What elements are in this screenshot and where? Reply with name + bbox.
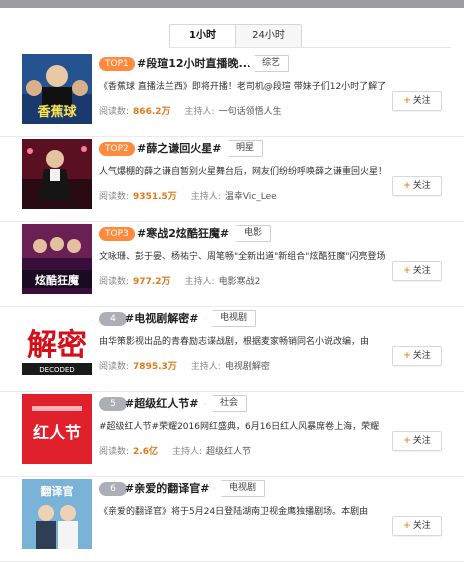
rank-badge: 5	[99, 397, 127, 411]
plus-icon: +	[403, 351, 411, 361]
top-banner-strip	[0, 0, 464, 8]
list-item: 红人节 5 #超级红人节# 社会 #超级红人节#荣耀2016网红盛典，6月16日…	[0, 392, 464, 477]
thumb-title-text: 翻译官	[41, 484, 74, 498]
read-count: 9351.5万	[133, 192, 177, 202]
topic-description: 由华策影视出品的青春励志谍战剧，根据麦家畅销同名小说改编，由	[99, 337, 370, 347]
host-label: 主持人:	[184, 107, 215, 117]
follow-button[interactable]: + 关注	[392, 91, 442, 111]
rank-badge: 4	[99, 312, 127, 326]
follow-button[interactable]: + 关注	[392, 346, 442, 366]
read-count-label: 阅读数:	[99, 192, 130, 202]
plus-icon: +	[403, 266, 411, 276]
host-name[interactable]: 超级红人节	[206, 447, 251, 457]
category-tag[interactable]: 电视剧	[214, 480, 266, 497]
topic-description: 《香蕉球 直播法兰西》即将开播！老司机@段瑄 带妹子们12小时了解了	[99, 82, 387, 92]
topic-description: 文咏珊、彭于晏、杨祐宁、周笔畅"全新出道"新组合"炫酷狂魔"闪亮登场	[99, 252, 386, 262]
topic-title[interactable]: #超级红人节#	[125, 395, 198, 411]
read-count: 977.2万	[133, 277, 171, 287]
topic-title[interactable]: #电视剧解密#	[125, 310, 198, 326]
host-label: 主持人:	[184, 277, 215, 287]
topic-thumbnail[interactable]	[22, 139, 92, 209]
category-tag[interactable]: 电影	[229, 225, 272, 242]
topic-thumbnail[interactable]: 红人节	[22, 394, 92, 464]
list-item: 香蕉球 TOP1 #段瑄12小时直播晚... 综艺 《香蕉球 直播法兰西》即将开…	[0, 52, 464, 137]
topic-thumbnail[interactable]: 翻译官	[22, 479, 92, 549]
host-label: 主持人:	[190, 362, 221, 372]
topic-meta: 阅读数: 2.6亿 主持人: 超级红人节	[99, 444, 251, 457]
read-count-label: 阅读数:	[99, 277, 130, 287]
rank-badge: TOP3	[99, 227, 135, 241]
topic-thumbnail[interactable]: 香蕉球	[22, 54, 92, 124]
category-tag[interactable]: 明星	[221, 140, 264, 157]
tab-1-hour[interactable]: 1小时	[170, 25, 236, 47]
host-label: 主持人:	[190, 192, 221, 202]
topic-list: 香蕉球 TOP1 #段瑄12小时直播晚... 综艺 《香蕉球 直播法兰西》即将开…	[0, 52, 464, 562]
time-range-tabs: 1小时 24小时	[169, 24, 302, 48]
follow-button[interactable]: + 关注	[392, 431, 442, 451]
host-name[interactable]: 电影寒战2	[219, 277, 261, 287]
topic-title[interactable]: #段瑄12小时直播晚...	[137, 55, 251, 71]
list-item: 炫酷狂魔 TOP3 #寒战2炫酷狂魔# 电影 文咏珊、彭于晏、杨祐宁、周笔畅"全…	[0, 222, 464, 307]
host-name[interactable]: 温幸Vic_Lee	[225, 192, 277, 202]
topic-description: 人气爆棚的薛之谦自暂别火星舞台后，网友们纷纷呼唤薛之谦重回火星！	[99, 167, 388, 177]
follow-button[interactable]: + 关注	[392, 261, 442, 281]
topic-description: #超级红人节#荣耀2016网红盛典，6月16日红人风暴席卷上海，荣耀	[99, 422, 380, 432]
read-count: 866.2万	[133, 107, 171, 117]
read-count: 2.6亿	[133, 447, 158, 457]
host-label: 主持人:	[172, 447, 203, 457]
thumb-title-text: 炫酷狂魔	[35, 273, 80, 287]
plus-icon: +	[403, 181, 411, 191]
topic-title[interactable]: #寒战2炫酷狂魔#	[137, 225, 229, 241]
rank-badge: 6	[99, 482, 127, 496]
read-count: 7895.3万	[133, 362, 177, 372]
topic-meta: 阅读数: 866.2万 主持人: 一句话领悟人生	[99, 104, 282, 117]
list-item: 翻译官 6 #亲爱的翻译官# 电视剧 《亲爱的翻译官》将于5月24日登陆湖南卫视…	[0, 477, 464, 562]
topic-meta: 阅读数: 977.2万 主持人: 电影寒战2	[99, 274, 260, 287]
plus-icon: +	[403, 436, 411, 446]
tab-24-hours[interactable]: 24小时	[236, 25, 301, 47]
topic-title[interactable]: #薛之谦回火星#	[137, 140, 221, 156]
host-name[interactable]: 一句话领悟人生	[219, 107, 282, 117]
list-item: TOP2 #薛之谦回火星# 明星 人气爆棚的薛之谦自暂别火星舞台后，网友们纷纷呼…	[0, 137, 464, 222]
read-count-label: 阅读数:	[99, 362, 130, 372]
thumb-title-text: 香蕉球	[36, 104, 77, 120]
host-name[interactable]: 电视剧解密	[225, 362, 270, 372]
rank-badge: TOP1	[99, 57, 135, 71]
tabs-divider	[169, 47, 451, 48]
topic-title[interactable]: #亲爱的翻译官#	[125, 480, 209, 496]
category-tag[interactable]: 电视剧	[205, 310, 257, 327]
topic-thumbnail[interactable]: 炫酷狂魔	[22, 224, 92, 294]
topic-meta: 阅读数: 7895.3万 主持人: 电视剧解密	[99, 359, 270, 372]
thumb-title-text: 红人节	[33, 423, 81, 442]
follow-button[interactable]: + 关注	[392, 516, 442, 536]
plus-icon: +	[403, 96, 411, 106]
list-item: 解密 DECODED 4 #电视剧解密# 电视剧 由华策影视出品的青春励志谍战剧…	[0, 307, 464, 392]
plus-icon: +	[403, 521, 411, 531]
thumb-subtitle-text: DECODED	[39, 366, 74, 374]
category-tag[interactable]: 综艺	[247, 55, 290, 72]
read-count-label: 阅读数:	[99, 107, 130, 117]
rank-badge: TOP2	[99, 142, 135, 156]
thumb-title-text: 解密	[27, 328, 87, 363]
follow-button[interactable]: + 关注	[392, 176, 442, 196]
read-count-label: 阅读数:	[99, 447, 130, 457]
topic-meta: 阅读数: 9351.5万 主持人: 温幸Vic_Lee	[99, 189, 277, 202]
topic-thumbnail[interactable]: 解密 DECODED	[22, 309, 92, 379]
category-tag[interactable]: 社会	[205, 395, 248, 412]
topic-description: 《亲爱的翻译官》将于5月24日登陆湖南卫视金鹰独播剧场。本剧由	[99, 507, 369, 517]
